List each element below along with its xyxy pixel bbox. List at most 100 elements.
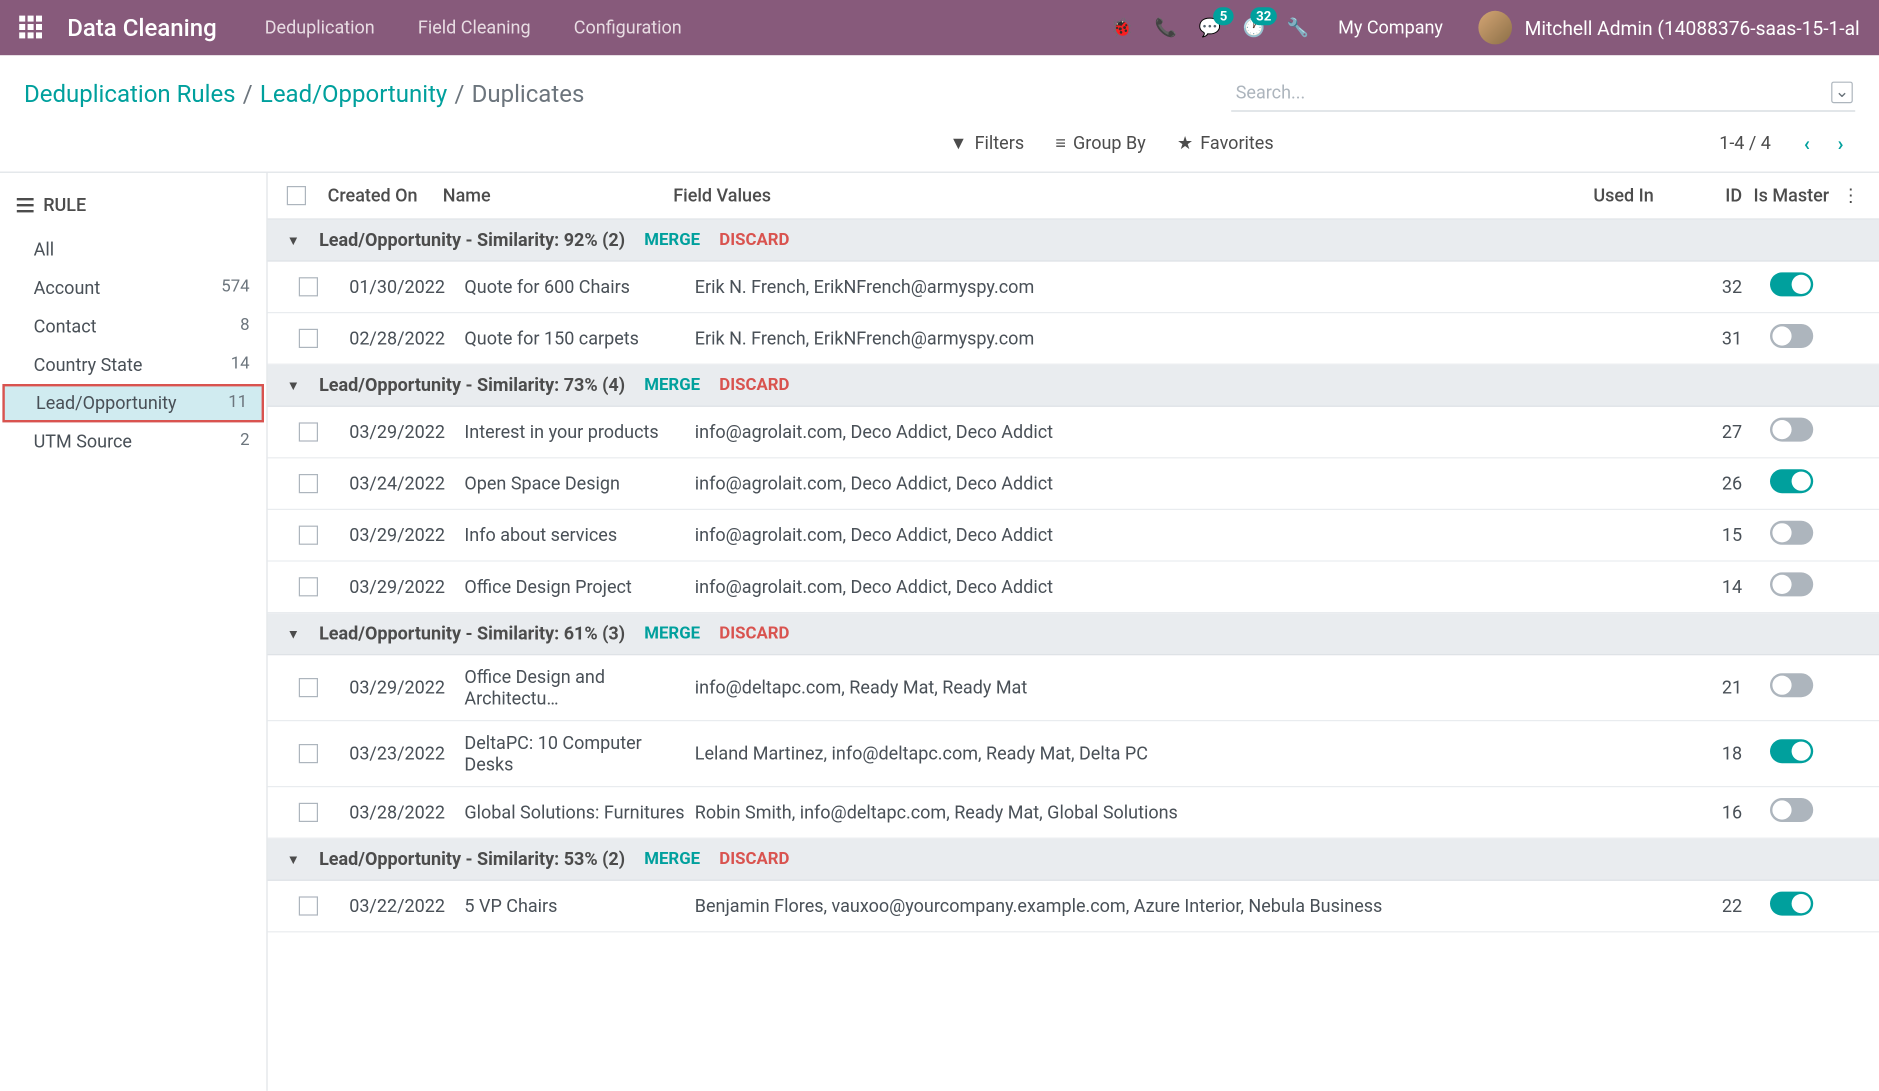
table-row[interactable]: 03/29/2022Interest in your productsinfo@… <box>268 407 1879 459</box>
sidebar-item-account[interactable]: Account574 <box>0 269 266 307</box>
optional-fields-button[interactable]: ⋮ <box>1841 185 1860 207</box>
master-toggle[interactable]: ✕ <box>1770 418 1813 442</box>
row-checkbox[interactable] <box>299 744 318 763</box>
cell-name: Info about services <box>464 524 694 546</box>
col-field-values[interactable]: Field Values <box>673 185 1593 207</box>
table-row[interactable]: 03/28/2022Global Solutions: FurnituresRo… <box>268 787 1879 839</box>
cell-id: 31 <box>1692 328 1742 350</box>
app-title[interactable]: Data Cleaning <box>67 13 217 42</box>
cell-master: ✕ <box>1742 673 1840 702</box>
breadcrumb-l2[interactable]: Lead/Opportunity <box>260 79 447 108</box>
table-row[interactable]: 01/30/2022Quote for 600 ChairsErik N. Fr… <box>268 262 1879 314</box>
row-checkbox[interactable] <box>299 474 318 493</box>
master-toggle[interactable]: ✕ <box>1770 324 1813 348</box>
sidebar: RULE AllAccount574Contact8Country State1… <box>0 173 268 1091</box>
cell-master: ✓ <box>1742 469 1840 498</box>
group-title: Lead/Opportunity - Similarity: 53% (2) <box>319 848 625 870</box>
master-toggle[interactable]: ✓ <box>1770 272 1813 296</box>
nav-deduplication[interactable]: Deduplication <box>265 17 375 39</box>
master-toggle[interactable]: ✕ <box>1770 521 1813 545</box>
master-toggle[interactable]: ✓ <box>1770 469 1813 493</box>
groupby-button[interactable]: ≡Group By <box>1055 132 1145 154</box>
user-name: Mitchell Admin (14088376-saas-15-1-al <box>1525 16 1860 39</box>
pager-text[interactable]: 1-4 / 4 <box>1719 132 1771 154</box>
bug-icon[interactable]: 🐞 <box>1111 17 1133 39</box>
table-row[interactable]: 03/22/20225 VP ChairsBenjamin Flores, va… <box>268 881 1879 933</box>
sidebar-item-all[interactable]: All <box>0 230 266 268</box>
discard-button[interactable]: DISCARD <box>719 850 789 869</box>
cell-field-values: info@agrolait.com, Deco Addict, Deco Add… <box>695 576 1594 598</box>
apps-icon[interactable] <box>19 16 43 40</box>
sidebar-item-utm-source[interactable]: UTM Source2 <box>0 422 266 460</box>
col-name[interactable]: Name <box>443 185 673 207</box>
master-toggle[interactable]: ✕ <box>1770 673 1813 697</box>
merge-button[interactable]: MERGE <box>644 624 700 643</box>
group-header[interactable]: ▼Lead/Opportunity - Similarity: 53% (2)M… <box>268 839 1879 881</box>
nav-field-cleaning[interactable]: Field Cleaning <box>418 17 531 39</box>
cell-id: 21 <box>1692 677 1742 699</box>
row-checkbox[interactable] <box>299 896 318 915</box>
phone-icon[interactable]: 📞 <box>1155 17 1177 39</box>
wrench-icon[interactable]: 🔧 <box>1287 17 1309 39</box>
table-row[interactable]: 03/24/2022Open Space Designinfo@agrolait… <box>268 458 1879 510</box>
row-checkbox[interactable] <box>299 678 318 697</box>
col-is-master[interactable]: Is Master <box>1742 185 1840 207</box>
select-all-checkbox[interactable] <box>287 186 306 205</box>
sidebar-item-lead-opportunity[interactable]: Lead/Opportunity11 <box>2 384 264 422</box>
master-toggle[interactable]: ✓ <box>1770 892 1813 916</box>
table-row[interactable]: 03/29/2022Office Design and Architectu…i… <box>268 655 1879 721</box>
cell-field-values: info@agrolait.com, Deco Addict, Deco Add… <box>695 524 1594 546</box>
pager-prev-button[interactable]: ‹ <box>1793 128 1822 157</box>
merge-button[interactable]: MERGE <box>644 230 700 249</box>
chat-badge: 5 <box>1214 7 1234 25</box>
cell-master: ✕ <box>1742 521 1840 550</box>
col-created[interactable]: Created On <box>328 185 443 207</box>
discard-button[interactable]: DISCARD <box>719 624 789 643</box>
discard-button[interactable]: DISCARD <box>719 230 789 249</box>
merge-button[interactable]: MERGE <box>644 376 700 395</box>
cell-field-values: Erik N. French, ErikNFrench@armyspy.com <box>695 328 1594 350</box>
clock-icon[interactable]: 🕐32 <box>1243 17 1265 39</box>
sidebar-item-contact[interactable]: Contact8 <box>0 307 266 345</box>
table-row[interactable]: 02/28/2022Quote for 150 carpetsErik N. F… <box>268 313 1879 365</box>
row-checkbox[interactable] <box>299 277 318 296</box>
col-id[interactable]: ID <box>1692 185 1742 207</box>
cell-field-values: Leland Martinez, info@deltapc.com, Ready… <box>695 743 1594 765</box>
cell-field-values: info@agrolait.com, Deco Addict, Deco Add… <box>695 421 1594 443</box>
favorites-button[interactable]: ★Favorites <box>1177 132 1274 154</box>
group-title: Lead/Opportunity - Similarity: 92% (2) <box>319 229 625 251</box>
sidebar-item-country-state[interactable]: Country State14 <box>0 346 266 384</box>
sidebar-header[interactable]: RULE <box>0 187 266 223</box>
group-header[interactable]: ▼Lead/Opportunity - Similarity: 61% (3)M… <box>268 613 1879 655</box>
discard-button[interactable]: DISCARD <box>719 376 789 395</box>
search-input[interactable] <box>1231 74 1855 111</box>
master-toggle[interactable]: ✕ <box>1770 572 1813 596</box>
master-toggle[interactable]: ✓ <box>1770 739 1813 763</box>
company-name[interactable]: My Company <box>1338 17 1443 39</box>
table-row[interactable]: 03/23/2022DeltaPC: 10 Computer DesksLela… <box>268 721 1879 787</box>
table-row[interactable]: 03/29/2022Office Design Projectinfo@agro… <box>268 562 1879 614</box>
row-checkbox[interactable] <box>299 577 318 596</box>
col-used-in[interactable]: Used In <box>1593 185 1691 207</box>
cell-created-on: 03/23/2022 <box>349 743 464 765</box>
control-panel: Deduplication Rules / Lead/Opportunity /… <box>0 55 1879 173</box>
filters-button[interactable]: ▼Filters <box>950 132 1025 154</box>
chat-icon[interactable]: 💬5 <box>1199 17 1221 39</box>
breadcrumb-l1[interactable]: Deduplication Rules <box>24 79 236 108</box>
table-row[interactable]: 03/29/2022Info about servicesinfo@agrola… <box>268 510 1879 562</box>
row-checkbox[interactable] <box>299 526 318 545</box>
nav-configuration[interactable]: Configuration <box>574 17 682 39</box>
master-toggle[interactable]: ✕ <box>1770 798 1813 822</box>
pager-next-button[interactable]: › <box>1826 128 1855 157</box>
cell-created-on: 03/29/2022 <box>349 421 464 443</box>
group-header[interactable]: ▼Lead/Opportunity - Similarity: 73% (4)M… <box>268 365 1879 407</box>
cell-master: ✕ <box>1742 798 1840 827</box>
merge-button[interactable]: MERGE <box>644 850 700 869</box>
row-checkbox[interactable] <box>299 422 318 441</box>
row-checkbox[interactable] <box>299 329 318 348</box>
search-icon[interactable]: ⌄ <box>1831 82 1852 104</box>
row-checkbox[interactable] <box>299 803 318 822</box>
group-title: Lead/Opportunity - Similarity: 61% (3) <box>319 623 625 645</box>
group-header[interactable]: ▼Lead/Opportunity - Similarity: 92% (2)M… <box>268 220 1879 262</box>
user-menu[interactable]: Mitchell Admin (14088376-saas-15-1-al <box>1479 11 1860 45</box>
